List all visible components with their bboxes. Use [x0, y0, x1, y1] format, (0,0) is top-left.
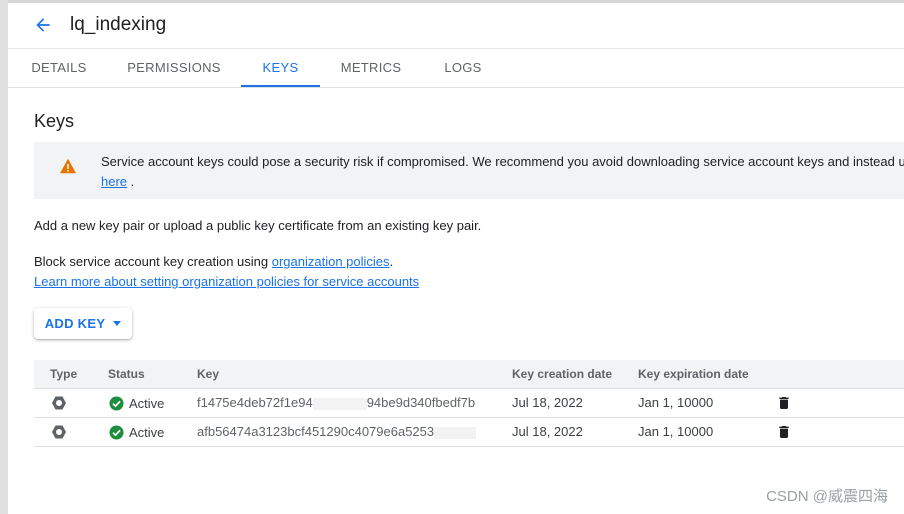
header-status[interactable]: Status [108, 360, 145, 388]
check-circle-icon [109, 424, 124, 440]
key-id: f1475e4deb72f1e94 94be9d340fbedf7b [197, 389, 475, 417]
organization-policies-link[interactable]: organization policies [272, 254, 390, 269]
key-id-end: 94be9d340fbedf7b [366, 395, 476, 410]
back-button[interactable] [23, 5, 63, 45]
policy-suffix: . [389, 254, 394, 269]
page-header: lq_indexing [8, 3, 904, 47]
tab-details[interactable]: DETAILS [20, 49, 98, 86]
here-link[interactable]: here [101, 174, 127, 189]
tab-keys[interactable]: KEYS [241, 49, 320, 87]
page-title: lq_indexing [70, 14, 167, 35]
left-rail [0, 0, 8, 514]
delete-icon[interactable] [776, 395, 792, 411]
tab-permissions[interactable]: PERMISSIONS [120, 49, 228, 86]
key-type-icon [52, 425, 66, 439]
learn-more-line: Learn more about setting organization po… [34, 274, 419, 289]
redaction-mask [434, 426, 477, 439]
creation-date: Jul 18, 2022 [512, 395, 583, 410]
table-header: Type Status Key Key creation date Key ex… [34, 360, 904, 389]
status-cell: Active [109, 389, 164, 417]
section-title: Keys [34, 111, 75, 131]
key-id-start: afb56474a3123bcf451290c4079e6a5253 [197, 424, 435, 439]
add-key-label: ADD KEY [44, 316, 106, 331]
policy-prefix: Block service account key creation using [34, 254, 272, 269]
policy-text: Block service account key creation using… [34, 254, 393, 269]
warning-banner: Service account keys could pose a securi… [34, 142, 904, 199]
tab-logs[interactable]: LOGS [432, 49, 494, 86]
status-label: Active [129, 424, 165, 440]
check-circle-icon [109, 395, 124, 411]
header-expiration-date[interactable]: Key expiration date [638, 360, 749, 388]
key-id: afb56474a3123bcf451290c4079e6a5253 [197, 418, 477, 446]
warning-icon [60, 158, 76, 174]
warning-link-suffix: . [127, 174, 135, 189]
learn-more-link[interactable]: Learn more about setting organization po… [34, 274, 419, 289]
header-creation-date[interactable]: Key creation date [512, 360, 612, 388]
arrow-back-icon [36, 18, 50, 32]
expiration-date: Jan 1, 10000 [638, 424, 714, 439]
creation-date: Jul 18, 2022 [512, 424, 583, 439]
watermark: CSDN @威震四海 [766, 488, 888, 505]
table-row: Active f1475e4deb72f1e94 94be9d340fbedf7b… [34, 389, 904, 418]
status-cell: Active [109, 418, 164, 446]
delete-icon[interactable] [776, 424, 792, 440]
header-type[interactable]: Type [50, 360, 77, 388]
expiration-date: Jan 1, 10000 [638, 395, 714, 410]
dropdown-caret-icon [113, 321, 122, 326]
header-key[interactable]: Key [197, 360, 219, 388]
redaction-mask [312, 397, 367, 410]
warning-link-line: here . [101, 172, 134, 192]
keys-table: Type Status Key Key creation date Key ex… [34, 360, 904, 447]
key-id-start: f1475e4deb72f1e94 [197, 395, 313, 410]
key-type-icon [52, 396, 66, 410]
warning-text: Service account keys could pose a securi… [101, 154, 904, 169]
add-key-button[interactable]: ADD KEY [34, 308, 132, 339]
tab-metrics[interactable]: METRICS [333, 49, 409, 86]
intro-text: Add a new key pair or upload a public ke… [34, 218, 482, 233]
table-row: Active afb56474a3123bcf451290c4079e6a525… [34, 418, 904, 447]
status-label: Active [129, 395, 165, 411]
tab-bar: DETAILS PERMISSIONS KEYS METRICS LOGS [8, 48, 904, 88]
